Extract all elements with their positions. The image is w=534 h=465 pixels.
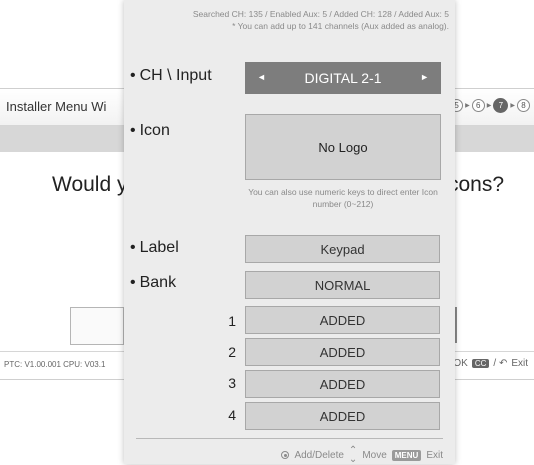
step-7-active: 7 [493, 98, 509, 113]
bank-value: NORMAL [314, 277, 371, 293]
bank-number: 2 [228, 344, 236, 360]
bank-number: 1 [228, 313, 236, 329]
info-line-2: * You can add up to 141 channels (Aux ad… [232, 21, 449, 31]
back-icon: / ↶ [493, 358, 508, 369]
up-down-icon: ⌃ ⌄ [348, 445, 358, 465]
icon-row-label: • Icon [130, 122, 170, 140]
exit-label: Exit [511, 358, 528, 369]
ch-input-selector[interactable]: ◄ DIGITAL 2-1 ► [245, 62, 441, 94]
bullet-icon: • [130, 239, 136, 256]
label-label: Label [139, 239, 179, 256]
step-8: 8 [517, 99, 530, 112]
ch-input-row-label: • CH \ Input [130, 67, 212, 85]
bullet-icon: • [130, 122, 136, 139]
step-arrow-icon: ▶ [486, 103, 492, 109]
exit-label: Exit [426, 449, 443, 461]
bank-row-label: • Bank [130, 274, 176, 292]
background-yes-button[interactable] [70, 307, 124, 345]
bullet-icon: • [130, 67, 136, 84]
footer-divider [136, 438, 443, 439]
bank-status-value: ADDED [319, 376, 366, 392]
question-right: cons? [448, 173, 505, 196]
bank-3-status[interactable]: ADDED [245, 370, 440, 398]
bank-1-status[interactable]: ADDED [245, 306, 440, 334]
ok-icon [281, 451, 290, 459]
icon-logo-box[interactable]: No Logo [245, 114, 441, 180]
ok-label: OK [453, 358, 468, 369]
bank-number: 3 [228, 375, 236, 391]
move-label: Move [362, 449, 387, 461]
label-value: Keypad [320, 241, 365, 257]
channel-search-info: Searched CH: 135 / Enabled Aux: 5 / Adde… [139, 8, 449, 32]
bullet-icon: • [130, 274, 136, 291]
ch-input-label: CH \ Input [139, 67, 212, 84]
bank-status-value: ADDED [319, 344, 366, 360]
step-arrow-icon: ▶ [465, 103, 470, 109]
bank-2-status[interactable]: ADDED [245, 338, 440, 366]
bank-status-value: ADDED [319, 408, 366, 424]
icon-hint: You can also use numeric keys to direct … [248, 187, 438, 209]
step-arrow-icon: ▶ [510, 103, 515, 109]
arrow-left-icon[interactable]: ◄ [257, 72, 266, 82]
bank-label: Bank [139, 274, 177, 291]
bank-4-status[interactable]: ADDED [245, 402, 440, 430]
info-line-1: Searched CH: 135 / Enabled Aux: 5 / Adde… [192, 9, 449, 19]
version-text: PTC: V1.00.001 CPU: V03.1 [4, 360, 106, 369]
arrow-right-icon[interactable]: ► [420, 72, 429, 82]
bank-status-value: ADDED [319, 312, 366, 328]
label-field[interactable]: Keypad [245, 235, 440, 263]
menu-key-badge: MENU [391, 449, 422, 461]
channel-edit-dialog: Searched CH: 135 / Enabled Aux: 5 / Adde… [124, 0, 455, 465]
dialog-footer: Add/Delete ⌃ ⌄ Move MENU Exit [281, 445, 443, 465]
bank-number: 4 [228, 407, 236, 423]
ch-input-value: DIGITAL 2-1 [304, 70, 382, 86]
label-row-label: • Label [130, 239, 179, 257]
add-delete-label: Add/Delete [294, 449, 344, 461]
cc-badge: CC [471, 359, 490, 368]
step-6: 6 [471, 99, 485, 112]
question-left: Would y [52, 173, 128, 196]
step-indicator: 5 ▶ 6 ▶ 7 ▶ 8 [450, 98, 530, 113]
icon-value: No Logo [318, 139, 368, 155]
icon-label: Icon [139, 122, 170, 139]
installer-title: Installer Menu Wi [6, 99, 107, 114]
bank-field[interactable]: NORMAL [245, 271, 440, 299]
